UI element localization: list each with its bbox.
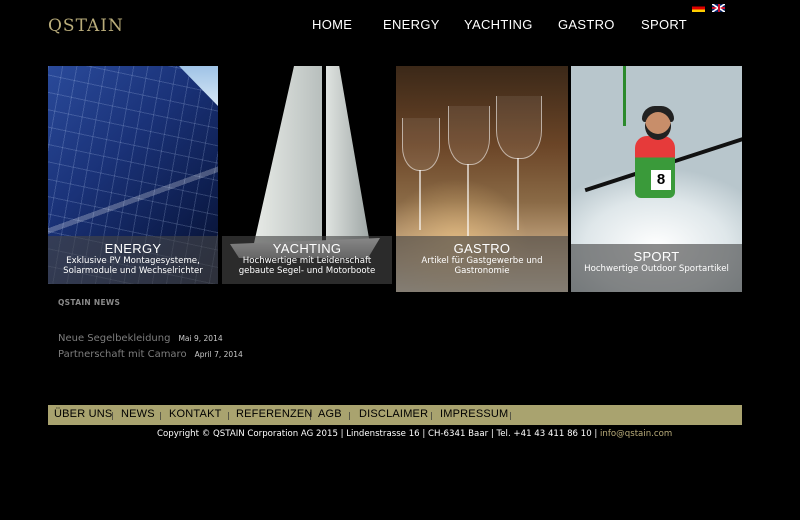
footer-separator: |	[309, 411, 312, 420]
tile-description: Hochwertige Outdoor Sportartikel	[584, 264, 729, 274]
tile-sport[interactable]: 8 SPORT Hochwertige Outdoor Sportartikel	[571, 66, 742, 292]
tile-description: Artikel für Gastgewerbe und Gastronomie	[421, 256, 543, 276]
footer-link-agb[interactable]: AGB	[318, 408, 342, 420]
tile-title: ENERGY	[104, 241, 162, 256]
tile-caption: GASTRO Artikel für Gastgewerbe und Gastr…	[396, 236, 568, 292]
tile-caption: SPORT Hochwertige Outdoor Sportartikel	[571, 244, 742, 292]
footer-link-ueber-uns[interactable]: ÜBER UNS	[54, 408, 112, 420]
copyright-text: Copyright © QSTAIN Corporation AG 2015 |…	[157, 429, 601, 439]
footer-nav: ÜBER UNS | NEWS | KONTAKT | REFERENZEN |…	[48, 405, 742, 425]
footer-separator: |	[509, 411, 512, 420]
tile-energy[interactable]: ENERGY Exklusive PV Montagesysteme, Sola…	[48, 66, 218, 284]
tile-title: SPORT	[633, 249, 680, 264]
tile-title: GASTRO	[453, 241, 511, 256]
footer-separator: |	[430, 411, 433, 420]
news-title[interactable]: Partnerschaft mit Camaro	[58, 349, 187, 360]
footer-link-referenzen[interactable]: REFERENZEN	[236, 408, 313, 420]
tile-yachting[interactable]: YACHTING Hochwertige mit Leidenschaft ge…	[222, 66, 392, 284]
de-flag-icon[interactable]	[692, 4, 705, 12]
news-heading: QSTAIN NEWS	[58, 298, 121, 307]
nav-sport[interactable]: SPORT	[641, 17, 687, 32]
news-date: Mai 9, 2014	[178, 334, 223, 343]
tile-description: Hochwertige mit Leidenschaft gebaute Seg…	[238, 256, 376, 276]
footer-separator: |	[227, 411, 230, 420]
nav-energy[interactable]: ENERGY	[383, 17, 440, 32]
tile-description: Exklusive PV Montagesysteme, Solarmodule…	[63, 256, 203, 276]
news-title[interactable]: Neue Segelbekleidung	[58, 333, 170, 344]
tile-title: YACHTING	[272, 241, 342, 256]
tile-caption: ENERGY Exklusive PV Montagesysteme, Sola…	[48, 236, 218, 284]
footer-link-disclaimer[interactable]: DISCLAIMER	[359, 408, 428, 420]
tile-gastro[interactable]: GASTRO Artikel für Gastgewerbe und Gastr…	[396, 66, 568, 292]
news-item[interactable]: Neue Segelbekleidung Mai 9, 2014	[58, 333, 223, 344]
footer-separator: |	[348, 411, 351, 420]
footer-link-kontakt[interactable]: KONTAKT	[169, 408, 222, 420]
footer-link-impressum[interactable]: IMPRESSUM	[440, 408, 508, 420]
main-nav: HOME ENERGY YACHTING GASTRO SPORT	[0, 17, 800, 37]
tile-caption: YACHTING Hochwertige mit Leidenschaft ge…	[222, 236, 392, 284]
news-item[interactable]: Partnerschaft mit Camaro April 7, 2014	[58, 349, 243, 360]
nav-yachting[interactable]: YACHTING	[464, 17, 533, 32]
copyright: Copyright © QSTAIN Corporation AG 2015 |…	[157, 429, 672, 439]
footer-link-news[interactable]: NEWS	[121, 408, 155, 420]
news-date: April 7, 2014	[194, 350, 243, 359]
footer-separator: |	[111, 411, 114, 420]
nav-home[interactable]: HOME	[312, 17, 352, 32]
en-flag-icon[interactable]	[712, 4, 725, 12]
footer-separator: |	[159, 411, 162, 420]
email-link[interactable]: info@qstain.com	[600, 429, 672, 439]
nav-gastro[interactable]: GASTRO	[558, 17, 615, 32]
